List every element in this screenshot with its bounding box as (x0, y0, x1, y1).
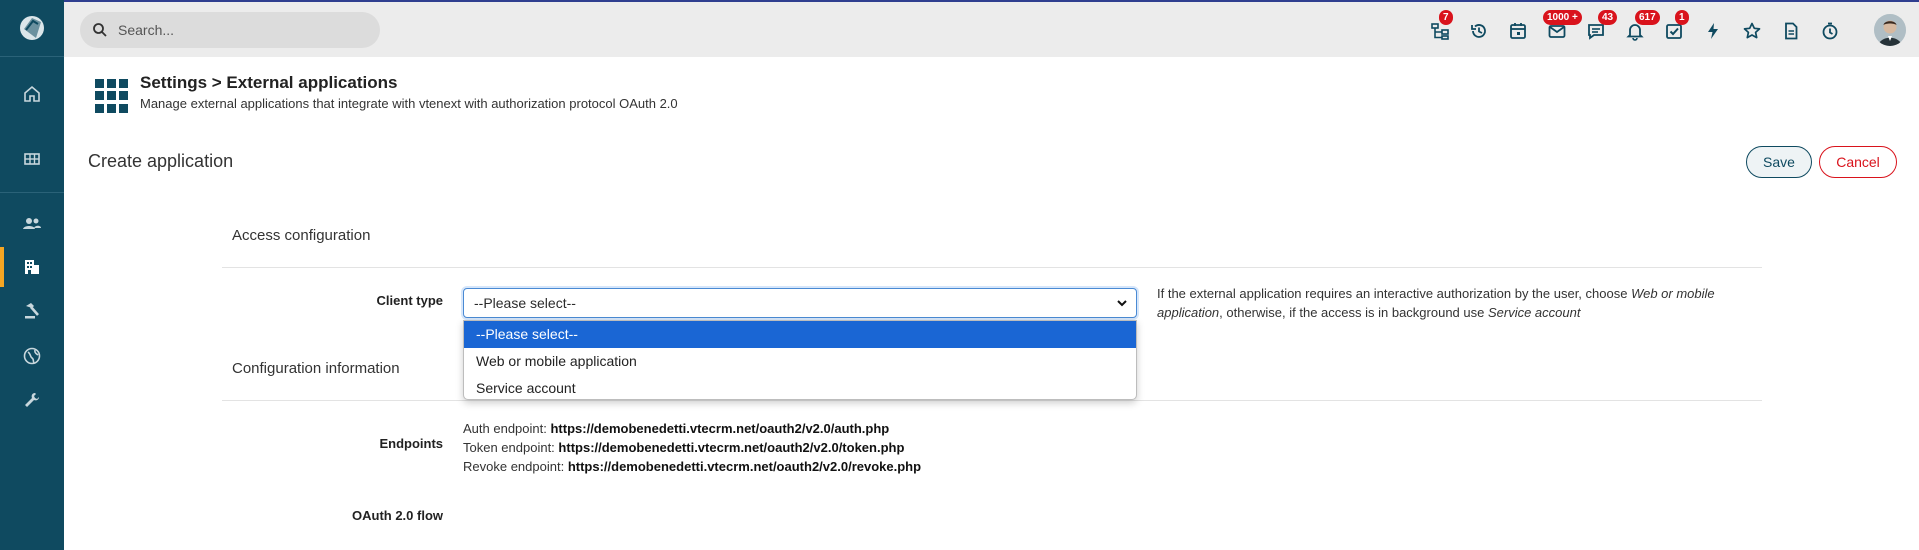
lightning-icon (1708, 23, 1718, 39)
sidebar-item-grid[interactable] (0, 139, 64, 179)
dropdown-option-web-mobile[interactable]: Web or mobile application (464, 348, 1136, 375)
client-type-label: Client type (376, 293, 443, 308)
notification-badge: 1000 + (1543, 10, 1582, 25)
search-icon (93, 23, 107, 37)
section-title-access: Access configuration (232, 227, 371, 244)
auth-endpoint: Auth endpoint: https://demobenedetti.vte… (463, 421, 890, 436)
star-icon (1743, 22, 1761, 39)
quick-actions-button[interactable] (1701, 19, 1725, 43)
token-endpoint: Token endpoint: https://demobenedetti.vt… (463, 440, 905, 455)
client-type-dropdown: --Please select-- Web or mobile applicat… (463, 320, 1137, 400)
breadcrumb: Settings > External applications (140, 73, 398, 92)
chevron-down-icon (1117, 300, 1127, 307)
org-chart-button[interactable]: 7 (1428, 10, 1453, 43)
users-icon (23, 218, 41, 229)
calendar-icon (1510, 23, 1526, 39)
sidebar-separator (0, 56, 64, 57)
oauth-flow-label: OAuth 2.0 flow (352, 508, 443, 523)
sidebar-item-settings[interactable] (0, 380, 64, 420)
section-title-config: Configuration information (232, 360, 400, 377)
client-type-select[interactable]: --Please select-- (463, 288, 1137, 318)
building-icon (25, 260, 39, 274)
globe-icon (23, 347, 41, 365)
history-button[interactable] (1467, 19, 1491, 43)
page-subtitle: Manage external applications that integr… (140, 96, 678, 111)
history-icon (1471, 24, 1486, 38)
documents-button[interactable] (1779, 19, 1803, 43)
notification-badge: 7 (1439, 10, 1453, 25)
stopwatch-icon (1822, 22, 1838, 40)
endpoints-label: Endpoints (379, 436, 443, 451)
user-avatar[interactable] (1874, 14, 1906, 46)
cancel-button[interactable]: Cancel (1819, 146, 1897, 178)
section-divider (222, 400, 1762, 401)
dropdown-option-service-account[interactable]: Service account (464, 375, 1136, 399)
sidebar-item-tools[interactable] (0, 291, 64, 331)
wrench-icon (25, 393, 39, 407)
sidebar-item-home[interactable] (0, 74, 64, 114)
calendar-button[interactable] (1506, 19, 1530, 43)
mail-button[interactable]: 1000 + (1543, 10, 1582, 43)
notification-badge: 43 (1598, 10, 1618, 25)
favorites-button[interactable] (1740, 19, 1764, 43)
client-type-selected-value: --Please select-- (474, 295, 576, 311)
client-type-help-text: If the external application requires an … (1157, 286, 1715, 320)
sidebar-item-web[interactable] (0, 336, 64, 376)
home-icon (24, 85, 40, 102)
top-bar: 7 1000 + 43 617 1 (64, 2, 1919, 57)
sidebar-item-users[interactable] (0, 203, 64, 243)
notification-badge: 617 (1635, 10, 1660, 25)
search-input[interactable] (118, 22, 358, 38)
revoke-endpoint-url: https://demobenedetti.vtecrm.net/oauth2/… (567, 459, 922, 474)
auth-endpoint-url: https://demobenedetti.vtecrm.net/oauth2/… (550, 421, 890, 436)
chat-button[interactable]: 43 (1584, 10, 1618, 43)
settings-grid-icon (95, 79, 129, 113)
sidebar (0, 0, 64, 550)
dropdown-option-please-select[interactable]: --Please select-- (464, 321, 1136, 348)
revoke-endpoint: Revoke endpoint: https://demobenedetti.v… (463, 459, 922, 474)
notification-badge: 1 (1675, 10, 1689, 25)
search-box[interactable] (80, 12, 380, 48)
hammer-icon (25, 303, 39, 319)
sidebar-item-company[interactable] (0, 247, 64, 287)
page-title: Create application (88, 151, 234, 171)
grid-icon (24, 153, 40, 165)
save-button[interactable]: Save (1746, 146, 1812, 178)
timer-button[interactable] (1818, 19, 1842, 43)
section-divider (222, 267, 1762, 268)
notifications-button[interactable]: 617 (1623, 10, 1660, 43)
tasks-button[interactable]: 1 (1662, 10, 1689, 43)
token-endpoint-url: https://demobenedetti.vtecrm.net/oauth2/… (558, 440, 905, 455)
document-icon (1785, 22, 1798, 40)
app-logo-icon[interactable] (16, 12, 48, 44)
sidebar-separator (0, 192, 64, 193)
